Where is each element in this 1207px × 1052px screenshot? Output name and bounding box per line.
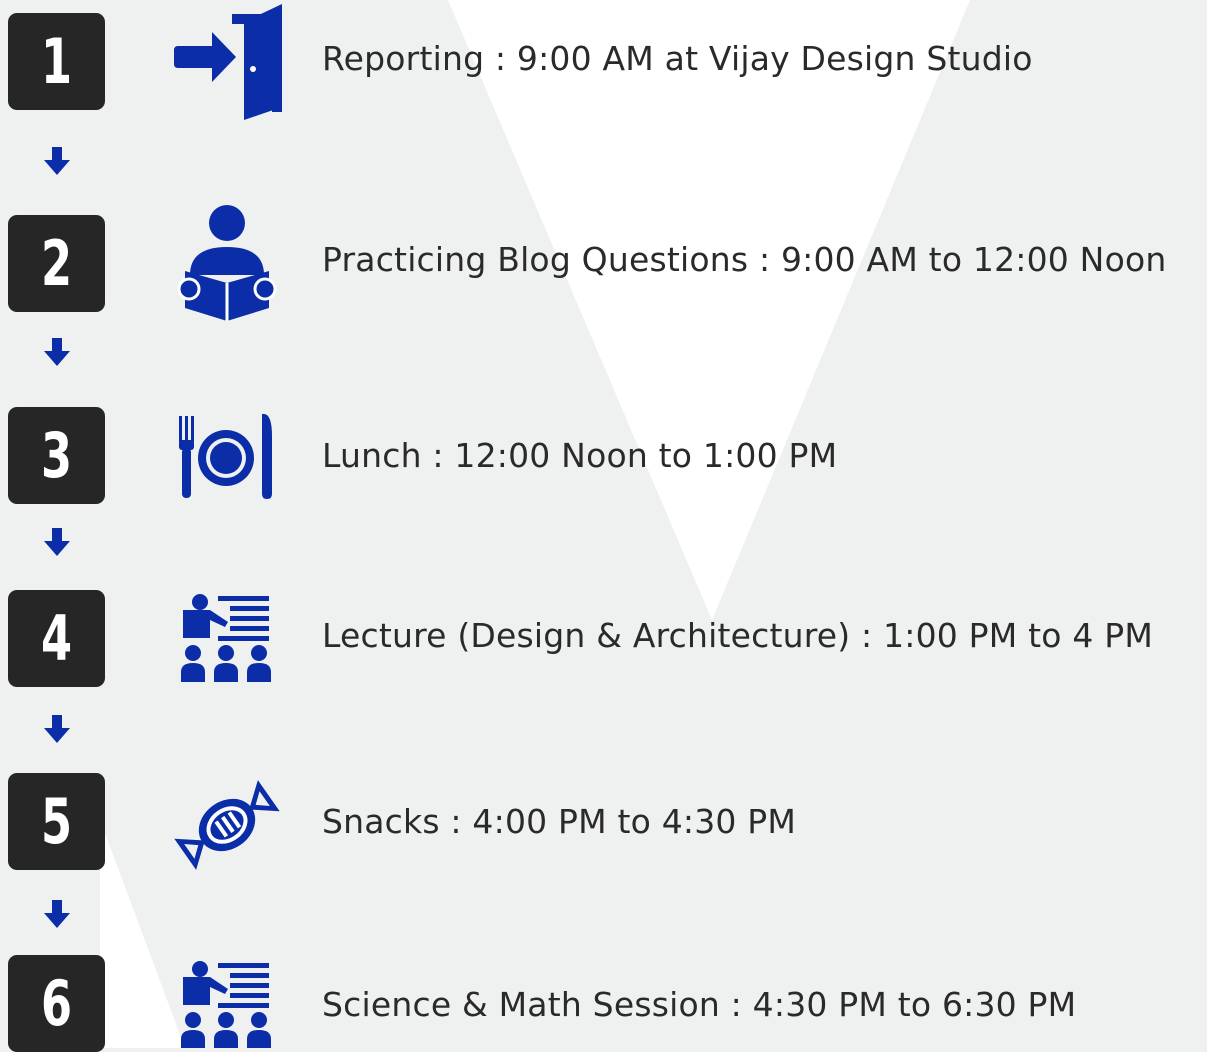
lecture-presentation-icon bbox=[181, 594, 271, 682]
step-3-number-badge: 3 bbox=[8, 407, 105, 504]
step-1-label: Reporting : 9:00 AM at Vijay Design Stud… bbox=[322, 39, 1033, 78]
step-4-number-badge: 4 bbox=[8, 590, 105, 687]
step-6-label: Science & Math Session : 4:30 PM to 6:30… bbox=[322, 985, 1077, 1024]
step-3-label: Lunch : 12:00 Noon to 1:00 PM bbox=[322, 436, 838, 475]
step-1-number-badge: 1 bbox=[8, 13, 105, 110]
down-arrow-icon bbox=[44, 715, 70, 743]
down-arrow-icon bbox=[44, 900, 70, 928]
step-5-label: Snacks : 4:00 PM to 4:30 PM bbox=[322, 802, 797, 841]
door-enter-icon bbox=[174, 4, 282, 120]
step-2-label: Practicing Blog Questions : 9:00 AM to 1… bbox=[322, 240, 1167, 279]
person-reading-icon bbox=[177, 205, 277, 321]
background-v-shape bbox=[448, 0, 970, 620]
step-2-number-badge: 2 bbox=[8, 215, 105, 312]
step-6-number-badge: 6 bbox=[8, 955, 105, 1052]
plate-cutlery-icon bbox=[179, 413, 272, 499]
step-5-number-badge: 5 bbox=[8, 773, 105, 870]
down-arrow-icon bbox=[44, 338, 70, 366]
lecture-presentation-icon bbox=[181, 961, 271, 1048]
down-arrow-icon bbox=[44, 147, 70, 175]
step-4-label: Lecture (Design & Architecture) : 1:00 P… bbox=[322, 616, 1153, 655]
down-arrow-icon bbox=[44, 528, 70, 556]
candy-icon bbox=[174, 780, 280, 870]
